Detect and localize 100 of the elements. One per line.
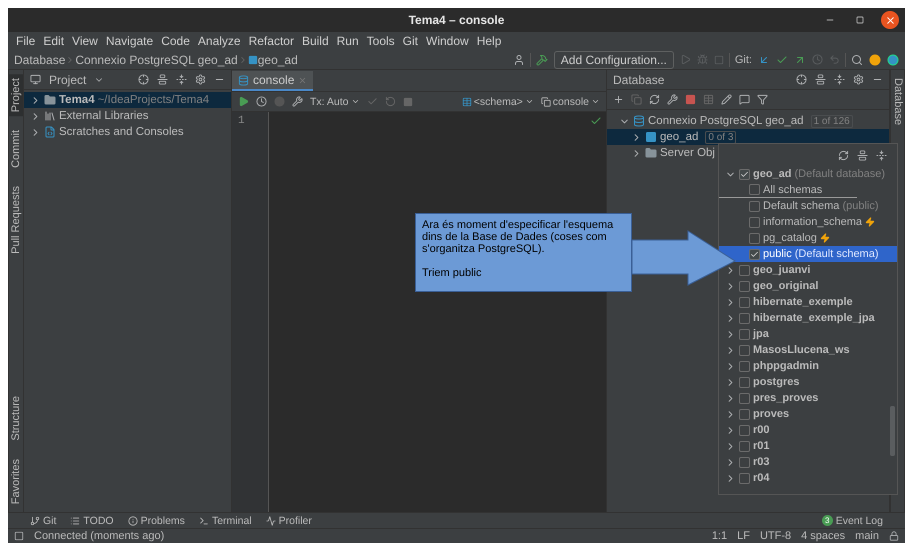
indent-setting[interactable]: 4 spaces (801, 530, 846, 542)
stop-icon[interactable] (685, 94, 696, 105)
checkbox[interactable] (739, 360, 750, 372)
menu-item[interactable]: Window (422, 34, 473, 48)
checkbox[interactable] (739, 440, 750, 452)
menu-item[interactable]: Help (472, 34, 506, 48)
caret-position[interactable]: 1:1 (712, 530, 728, 542)
table-icon[interactable] (703, 94, 714, 105)
menu-item[interactable]: Git (398, 34, 422, 48)
schema-option[interactable]: jpa (719, 326, 897, 342)
schema-dropdown[interactable]: <schema> (462, 96, 534, 108)
stop-icon[interactable] (402, 96, 413, 106)
schema-option[interactable]: r00 (719, 422, 897, 438)
schema-option[interactable]: hibernate_exemple (719, 294, 897, 310)
schema-option[interactable]: r01 (719, 438, 897, 454)
crosshair-icon[interactable] (138, 74, 149, 85)
schema-option[interactable]: public (Default schema) (719, 246, 897, 262)
stop-icon[interactable] (714, 54, 724, 64)
breadcrumb[interactable]: Database (14, 52, 66, 66)
git-branch[interactable]: main (855, 530, 879, 542)
play-icon[interactable] (680, 54, 691, 65)
side-tab[interactable]: Database (891, 74, 905, 130)
checkbox[interactable] (749, 216, 760, 228)
collapse-icon[interactable] (176, 74, 187, 85)
expand-icon[interactable] (157, 74, 168, 85)
tree-item[interactable]: geo_ad 0 of 3 (607, 129, 889, 145)
schema-option[interactable]: proves (719, 406, 897, 422)
menu-item[interactable]: Code (157, 34, 194, 48)
pencil-icon[interactable] (721, 94, 732, 105)
search-icon[interactable] (851, 54, 863, 66)
tool-window-tab[interactable]: Git (30, 514, 56, 526)
breadcrumb[interactable]: Connexio PostgreSQL geo_ad (75, 52, 238, 66)
tool-window-tab[interactable]: Terminal (198, 514, 252, 526)
menu-item[interactable]: View (68, 34, 102, 48)
play-icon[interactable] (238, 96, 249, 107)
wrench-icon[interactable] (292, 96, 303, 107)
checkbox[interactable] (739, 312, 750, 324)
bug-icon[interactable] (696, 54, 708, 65)
checkbox[interactable] (739, 328, 750, 340)
schema-option[interactable]: pg_catalog (719, 230, 897, 246)
transaction-dropdown[interactable]: Tx: Auto (310, 96, 360, 108)
refresh-icon[interactable] (838, 150, 849, 160)
tool-window-tab[interactable]: Problems (128, 514, 185, 526)
filter-icon[interactable] (757, 94, 768, 105)
checkbox[interactable] (739, 408, 750, 420)
clock-icon[interactable] (256, 96, 267, 107)
tree-item[interactable]: Connexio PostgreSQL geo_ad 1 of 126 (607, 113, 889, 129)
schema-option[interactable]: pres_proves (719, 390, 897, 406)
logo-icon[interactable] (887, 54, 899, 66)
menu-item[interactable]: Tools (362, 34, 399, 48)
tree-item[interactable]: Tema4 ~/IdeaProjects/Tema4 (24, 92, 231, 108)
event-log-tab[interactable]: 3 Event Log (822, 514, 883, 526)
tool-window-tab[interactable]: Profiler (266, 514, 312, 526)
collapse-icon[interactable] (834, 74, 845, 85)
side-tab[interactable]: Commit (9, 126, 23, 172)
side-tab[interactable]: Favorites (9, 454, 23, 508)
breadcrumb[interactable]: geo_ad (258, 52, 298, 66)
refresh-icon[interactable] (649, 94, 660, 105)
line-separator[interactable]: LF (737, 530, 750, 542)
crosshair-icon[interactable] (796, 74, 807, 85)
tool-window-tab[interactable]: TODO (70, 514, 114, 526)
session-dropdown[interactable]: console (540, 96, 600, 108)
checkbox[interactable] (749, 200, 760, 212)
checkbox[interactable] (739, 424, 750, 436)
expand-icon[interactable] (857, 150, 868, 160)
settings-icon[interactable] (195, 74, 206, 85)
schema-option[interactable]: geo_juanvi (719, 262, 897, 278)
checkbox[interactable] (749, 248, 760, 260)
checkbox[interactable] (739, 344, 750, 356)
wrench-icon[interactable] (667, 94, 678, 105)
check-icon[interactable] (776, 54, 788, 66)
menu-item[interactable]: Build (298, 34, 333, 48)
tree-item[interactable]: Server Obj (607, 145, 889, 161)
menu-item[interactable]: Refactor (244, 34, 298, 48)
collapse-icon[interactable] (876, 150, 887, 160)
menu-item[interactable]: Run (332, 34, 363, 48)
settings-icon[interactable] (853, 74, 864, 85)
check-icon[interactable] (366, 96, 378, 107)
update-icon[interactable] (869, 54, 881, 66)
side-tab[interactable]: Project (9, 74, 23, 116)
checkbox[interactable] (749, 232, 760, 244)
rollback-icon[interactable] (384, 96, 396, 107)
file-encoding[interactable]: UTF-8 (760, 530, 792, 542)
expand-icon[interactable] (815, 74, 826, 85)
menu-item[interactable]: Edit (39, 34, 68, 48)
checkbox[interactable] (739, 376, 750, 388)
checkbox[interactable] (739, 456, 750, 468)
side-tab[interactable]: Structure (9, 392, 23, 445)
user-icon[interactable] (512, 54, 525, 66)
schema-option[interactable]: geo_ad (Default database) (719, 166, 897, 182)
hammer-icon[interactable] (536, 54, 548, 66)
schema-option[interactable]: geo_original (719, 278, 897, 294)
copy-icon[interactable] (631, 94, 642, 105)
plus-icon[interactable] (613, 94, 624, 105)
editor-tab[interactable]: console (232, 71, 314, 91)
checkbox[interactable] (739, 264, 750, 276)
schema-option[interactable]: phppgadmin (719, 358, 897, 374)
checkbox[interactable] (739, 392, 750, 404)
checkbox[interactable] (749, 184, 760, 195)
tree-item[interactable]: Scratches and Consoles (24, 124, 231, 140)
